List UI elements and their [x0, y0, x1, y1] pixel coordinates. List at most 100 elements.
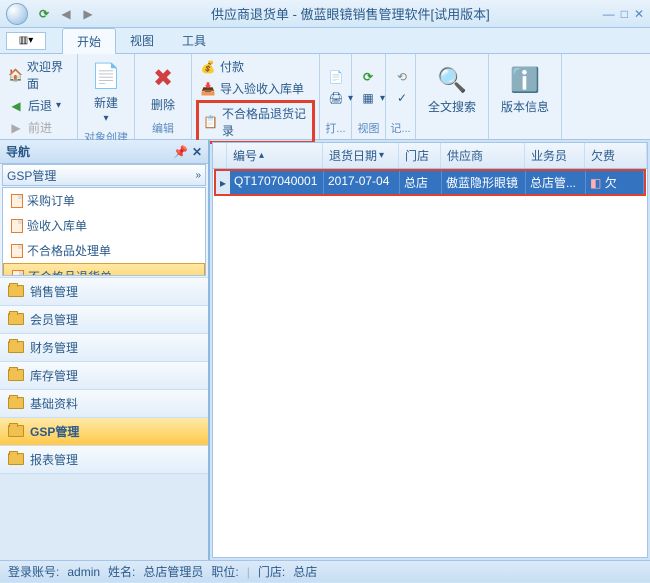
status-account: admin: [67, 565, 100, 579]
tree-item-receipt[interactable]: 验收入库单: [3, 213, 205, 238]
window-title: 供应商退货单 - 傲蓝眼镜销售管理软件[试用版本]: [98, 4, 603, 23]
back-icon: ◀: [8, 98, 24, 114]
minimize-button[interactable]: —: [603, 7, 615, 21]
cell-clerk: 总店管...: [526, 171, 586, 194]
ribbon-group-record: 💰付款 📥导入验收入库单 📋不合格品退货记录 记录编辑: [192, 54, 320, 139]
nav-sales[interactable]: 销售管理: [0, 277, 208, 305]
folder-icon: [8, 369, 24, 381]
sidebar: 导航 📌✕ GSP管理» 采购订单 验收入库单 不合格品处理单 不合格品退货单 …: [0, 140, 210, 560]
col-supplier[interactable]: 供应商: [441, 143, 525, 168]
pay-button[interactable]: 💰付款: [196, 56, 315, 77]
cell-debt: ◧ 欠: [586, 171, 644, 194]
reset-icon: ⟲: [394, 69, 410, 85]
status-name-label: 姓名:: [108, 563, 135, 580]
app-orb-icon[interactable]: [6, 3, 28, 25]
print-icon: 🖨: [328, 90, 344, 106]
workarea: 导航 📌✕ GSP管理» 采购订单 验收入库单 不合格品处理单 不合格品退货单 …: [0, 140, 650, 560]
sidebar-panel-header[interactable]: GSP管理»: [2, 164, 206, 186]
folder-icon: [8, 453, 24, 465]
info-icon: ℹ️: [509, 64, 541, 96]
ribbon-group-misc: ⟲ ✓ 记...: [386, 54, 416, 139]
close-button[interactable]: ✕: [634, 7, 644, 21]
nav-report[interactable]: 报表管理: [0, 445, 208, 473]
row-selector-header[interactable]: [213, 143, 227, 168]
ribbon-group-view: ⟳ ▦▾ 视图: [352, 54, 386, 139]
tab-start[interactable]: 开始: [62, 28, 116, 54]
import-receipt-button[interactable]: 📥导入验收入库单: [196, 78, 315, 99]
misc-a-button[interactable]: ⟲: [390, 67, 414, 87]
nav-stock[interactable]: 库存管理: [0, 361, 208, 389]
col-debt[interactable]: 欠费: [585, 143, 647, 168]
back-button[interactable]: ◀后退▾: [4, 95, 73, 116]
fulltext-search-button[interactable]: 🔍全文搜索: [420, 60, 484, 119]
columns-icon: ▦: [360, 90, 376, 106]
reject-record-button[interactable]: 📋不合格品退货记录: [196, 100, 315, 144]
maximize-button[interactable]: □: [621, 7, 628, 21]
doc-icon: [12, 270, 24, 276]
new-button[interactable]: 📄新建▾: [82, 56, 130, 128]
view-selector[interactable]: ▥▾: [6, 32, 46, 50]
money-icon: 💰: [200, 59, 216, 75]
nav-member[interactable]: 会员管理: [0, 305, 208, 333]
status-account-label: 登录账号:: [8, 563, 59, 580]
refresh-button[interactable]: ⟳: [34, 4, 54, 24]
misc-b-button[interactable]: ✓: [390, 88, 414, 108]
cell-store: 总店: [400, 171, 442, 194]
status-name: 总店管理员: [143, 563, 203, 580]
folder-icon: [8, 313, 24, 325]
delete-icon: ✖: [147, 62, 179, 94]
statusbar: 登录账号: admin 姓名: 总店管理员 职位: | 门店: 总店: [0, 560, 650, 582]
cell-date: 2017-07-04: [324, 171, 400, 194]
col-code[interactable]: 编号▴: [227, 143, 323, 168]
nav-base[interactable]: 基础资料: [0, 389, 208, 417]
col-clerk[interactable]: 业务员: [525, 143, 585, 168]
nav-gsp[interactable]: GSP管理: [0, 417, 208, 445]
ribbon-tabs: ▥▾ 开始 视图 工具: [0, 28, 650, 54]
import-icon: 📥: [200, 81, 216, 97]
cell-supplier: 傲蓝隐形眼镜: [442, 171, 526, 194]
ribbon: 🏠欢迎界面 ◀后退▾ ▶前进 历史 📄新建▾ 对象创建 ✖删除 编辑 💰付款 📥…: [0, 54, 650, 140]
col-store[interactable]: 门店: [399, 143, 441, 168]
nav-forward-button[interactable]: ▶: [78, 4, 98, 24]
doc-icon: [11, 194, 23, 208]
check-icon: ✓: [394, 90, 410, 106]
col-date[interactable]: 退货日期▾: [323, 143, 399, 168]
nav-back-button[interactable]: ◀: [56, 4, 76, 24]
nav-finance[interactable]: 财务管理: [0, 333, 208, 361]
row-marker-icon: ▸: [216, 171, 230, 194]
welcome-button[interactable]: 🏠欢迎界面: [4, 56, 73, 94]
refresh-icon: ⟳: [360, 69, 376, 85]
tree-item-reject-proc[interactable]: 不合格品处理单: [3, 238, 205, 263]
home-icon: 🏠: [8, 67, 23, 83]
version-info-button[interactable]: ℹ️版本信息: [493, 60, 557, 119]
ribbon-group-create: 📄新建▾ 对象创建: [78, 54, 135, 139]
columns-button[interactable]: ▦▾: [356, 88, 389, 108]
folder-icon: [8, 425, 24, 437]
cell-code: QT1707040001: [230, 171, 324, 194]
sidebar-tree: 采购订单 验收入库单 不合格品处理单 不合格品退货单 ⌂ ...: [2, 187, 206, 276]
doc-icon: [11, 219, 23, 233]
tree-item-reject-return[interactable]: 不合格品退货单: [3, 263, 205, 276]
forward-button[interactable]: ▶前进: [4, 117, 73, 138]
grid-header: 编号▴ 退货日期▾ 门店 供应商 业务员 欠费: [213, 143, 647, 169]
new-icon: 📄: [90, 60, 122, 92]
grid-row[interactable]: ▸ QT1707040001 2017-07-04 总店 傲蓝隐形眼镜 总店管.…: [214, 169, 646, 196]
titlebar: ⟳ ◀ ▶ 供应商退货单 - 傲蓝眼镜销售管理软件[试用版本] — □ ✕: [0, 0, 650, 28]
tab-view[interactable]: 视图: [116, 28, 168, 53]
folder-icon: [8, 341, 24, 353]
sidebar-close-icon[interactable]: ✕: [192, 145, 202, 159]
quick-access-toolbar: ⟳ ◀ ▶: [34, 4, 98, 24]
pin-icon[interactable]: 📌: [173, 145, 188, 159]
ribbon-group-version: ℹ️版本信息: [489, 54, 562, 139]
search-icon: 🔍: [436, 64, 468, 96]
tab-tool[interactable]: 工具: [168, 28, 220, 53]
page-icon: 📄: [328, 69, 344, 85]
refresh-view-button[interactable]: ⟳: [356, 67, 389, 87]
tree-item-po[interactable]: 采购订单: [3, 188, 205, 213]
ribbon-group-search: 🔍全文搜索: [416, 54, 489, 139]
data-grid: 编号▴ 退货日期▾ 门店 供应商 业务员 欠费 ▸ QT1707040001 2…: [212, 142, 648, 558]
list-icon: 📋: [203, 114, 218, 130]
sidebar-header: 导航 📌✕: [0, 140, 208, 164]
delete-button[interactable]: ✖删除: [139, 58, 187, 117]
window-controls: — □ ✕: [603, 7, 644, 21]
